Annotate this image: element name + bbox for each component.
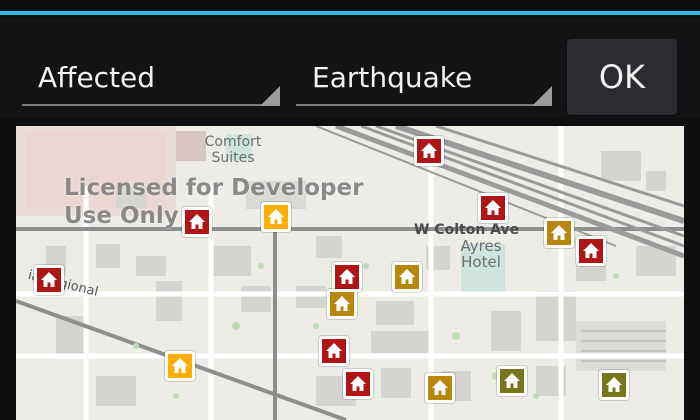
- spinner-underline: [22, 104, 280, 106]
- house-icon: [399, 269, 415, 284]
- street-label-w-colton-ave: W Colton Ave: [414, 222, 520, 238]
- house-icon: [268, 209, 284, 224]
- filter-toolbar: Affected Earthquake OK: [0, 18, 700, 118]
- incident-type-value: Earthquake: [312, 61, 473, 94]
- house-icon: [172, 358, 188, 373]
- damage-status-value: Affected: [38, 61, 156, 94]
- house-icon: [485, 200, 501, 215]
- status-bar: [0, 0, 700, 18]
- house-icon: [41, 272, 57, 287]
- house-icon: [606, 377, 622, 392]
- damage-marker-light[interactable]: [599, 370, 629, 400]
- house-icon: [551, 225, 567, 240]
- house-icon: [334, 296, 350, 311]
- house-icon: [432, 380, 448, 395]
- damage-marker-minor[interactable]: [165, 351, 195, 381]
- damage-marker-severe[interactable]: [319, 336, 349, 366]
- spinner-dropdown-icon: [260, 86, 280, 106]
- damage-marker-severe[interactable]: [576, 236, 606, 266]
- incident-type-spinner[interactable]: Earthquake: [296, 48, 552, 108]
- house-icon: [583, 243, 599, 258]
- ok-button[interactable]: OK: [567, 39, 677, 115]
- spinner-dropdown-icon: [532, 86, 552, 106]
- poi-label-comfort-suites: Comfort Suites: [204, 134, 262, 166]
- damage-marker-severe[interactable]: [478, 193, 508, 223]
- poi-label-ayres-hotel: Ayres Hotel: [460, 237, 502, 271]
- damage-status-spinner[interactable]: Affected: [22, 48, 280, 108]
- damage-marker-severe[interactable]: [332, 262, 362, 292]
- accent-divider: [0, 11, 700, 15]
- house-icon: [326, 343, 342, 358]
- damage-marker-light[interactable]: [497, 366, 527, 396]
- damage-marker-severe[interactable]: [182, 207, 212, 237]
- damage-marker-severe[interactable]: [343, 369, 373, 399]
- house-icon: [504, 373, 520, 388]
- damage-marker-severe[interactable]: [34, 265, 64, 295]
- spinner-underline: [296, 104, 552, 106]
- house-icon: [189, 214, 205, 229]
- license-watermark: Licensed for Developer Use Only: [64, 175, 364, 229]
- house-icon: [339, 269, 355, 284]
- house-icon: [350, 376, 366, 391]
- damage-marker-moderate[interactable]: [392, 262, 422, 292]
- house-icon: [421, 143, 437, 158]
- damage-marker-moderate[interactable]: [544, 218, 574, 248]
- damage-marker-severe[interactable]: [414, 136, 444, 166]
- damage-marker-moderate[interactable]: [327, 289, 357, 319]
- damage-marker-moderate[interactable]: [425, 373, 455, 403]
- damage-marker-minor[interactable]: [261, 202, 291, 232]
- map-view[interactable]: Licensed for Developer Use Only Comfort …: [16, 126, 684, 420]
